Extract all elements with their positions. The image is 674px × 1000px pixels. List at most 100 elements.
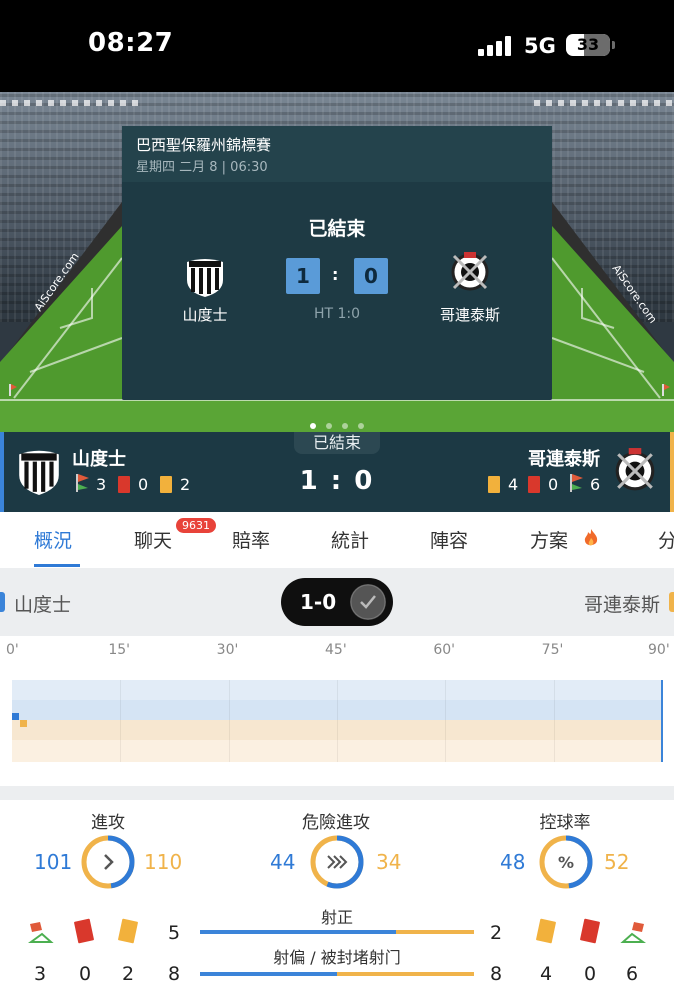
timeline-tick: 90'	[648, 642, 670, 658]
shots-on-home: 5	[168, 922, 181, 944]
timeline-gridline	[553, 680, 555, 762]
red-card-icon	[579, 918, 601, 944]
yellow-card-icon	[160, 476, 172, 493]
away-team-crest-icon[interactable]	[448, 250, 492, 294]
check-icon[interactable]	[350, 584, 386, 620]
timeline-event-away[interactable]	[20, 720, 27, 727]
timeline-gridline	[228, 680, 230, 762]
home-corners: 3	[96, 475, 107, 494]
corner-flag-icon	[76, 474, 89, 492]
home-crest-small-icon[interactable]	[16, 446, 62, 496]
shots-off-away: 8	[490, 963, 503, 985]
score-separator: :	[332, 265, 339, 284]
triple-chevron-icon	[327, 855, 348, 869]
away-color-marker	[669, 592, 674, 612]
carousel-dot[interactable]	[326, 423, 332, 429]
possession-home: 48	[500, 850, 526, 874]
timeline-tick: 45'	[325, 642, 347, 658]
shots-off-home: 8	[168, 963, 181, 985]
fire-icon	[584, 529, 598, 546]
score-bar-state: 已結束	[294, 432, 380, 454]
match-hero[interactable]: AiScore.com AiScore.com 巴西聖保羅州錦標賽 星期四 二月…	[0, 92, 674, 432]
away-color-strip	[670, 432, 674, 512]
tab-lineup[interactable]: 陣容	[430, 526, 468, 553]
home-score-box: 1	[286, 258, 320, 294]
tab-odds[interactable]: 賠率	[232, 526, 270, 553]
home-team-name[interactable]: 山度士	[155, 304, 255, 325]
dangerous-attack-ring	[310, 835, 364, 889]
timeline-tick: 15'	[108, 642, 130, 658]
yellow-card-icon	[488, 476, 500, 493]
timeline-gridline	[337, 680, 338, 762]
attack-ring	[81, 835, 135, 889]
corner-icon	[620, 922, 646, 943]
home-color-marker	[0, 592, 5, 612]
timeline-tick: 60'	[433, 642, 455, 658]
compare-away-name: 哥連泰斯	[583, 594, 660, 616]
timeline-event-home[interactable]	[12, 713, 19, 720]
shots-off-bar	[200, 972, 474, 976]
attack-home: 101	[34, 850, 73, 874]
attack-away: 110	[144, 850, 183, 874]
timeline-tick: 30'	[216, 642, 239, 658]
score-bar-away-name[interactable]: 哥連泰斯	[528, 445, 600, 471]
yellow-card-icon	[117, 918, 139, 944]
shots-on-label: 射正	[320, 908, 353, 927]
shots-on-away: 2	[490, 922, 503, 944]
competition-name: 巴西聖保羅州錦標賽	[136, 136, 272, 154]
battery-icon: 33	[566, 34, 610, 56]
match-state: 已結束	[308, 218, 366, 240]
status-bar: 08:27 5G 33	[0, 0, 674, 92]
result-score: 1-0	[300, 590, 337, 614]
match-card[interactable]: 巴西聖保羅州錦標賽 星期四 二月 8 | 06:30 已結束 山度士 哥連泰斯 …	[122, 126, 552, 400]
score-bar-home-name[interactable]: 山度士	[72, 445, 126, 471]
halftime-score: HT 1:0	[313, 306, 361, 322]
yellow-card-icon	[535, 918, 557, 944]
red-card-icon	[73, 918, 95, 944]
carousel-dot[interactable]	[358, 423, 364, 429]
home-red-cards: 0	[138, 475, 149, 494]
away-score-box: 0	[354, 258, 388, 294]
tab-overview[interactable]: 概況	[34, 526, 72, 553]
away-yellow-count: 4	[540, 963, 553, 985]
timeline-gridline	[445, 680, 447, 762]
away-team-name[interactable]: 哥連泰斯	[420, 304, 520, 325]
away-corners: 6	[590, 475, 601, 494]
active-tab-indicator	[34, 564, 80, 567]
carousel-dot[interactable]	[310, 423, 316, 429]
tab-more[interactable]: 分	[658, 526, 674, 553]
chat-count-badge: 9631	[176, 518, 216, 533]
home-color-strip	[0, 432, 4, 512]
dangerous-attack-away: 34	[376, 850, 402, 874]
shots-off-label: 射偏 / 被封堵射门	[273, 948, 401, 967]
section-divider	[0, 786, 674, 800]
away-red-cards: 0	[548, 475, 559, 494]
home-yellow-cards: 2	[180, 475, 191, 494]
timeline-tick: 75'	[541, 642, 564, 658]
corner-flag-icon	[570, 474, 583, 492]
tab-stats[interactable]: 統計	[331, 526, 369, 553]
signal-icon	[478, 36, 512, 56]
battery-cap	[612, 41, 615, 49]
dangerous-attack-label: 危險進攻	[302, 813, 370, 833]
attack-label: 進攻	[91, 813, 125, 833]
compare-home-name: 山度士	[14, 594, 72, 616]
away-crest-small-icon[interactable]	[612, 444, 658, 496]
red-card-icon	[118, 476, 130, 493]
away-yellow-cards: 4	[508, 475, 519, 494]
status-time: 08:27	[88, 28, 174, 58]
possession-label: 控球率	[539, 813, 591, 833]
corner-icon	[28, 922, 54, 943]
carousel-indicator[interactable]	[0, 414, 674, 432]
battery-level: 33	[576, 35, 600, 54]
possession-ring: %	[539, 835, 593, 889]
tab-plans[interactable]: 方案	[530, 526, 568, 553]
timeline-end-marker	[661, 680, 663, 762]
carousel-dot[interactable]	[342, 423, 348, 429]
away-red-count: 0	[584, 963, 597, 985]
match-date: 星期四 二月 8 | 06:30	[136, 160, 268, 175]
tab-chat[interactable]: 聊天	[134, 526, 172, 553]
possession-away: 52	[604, 850, 630, 874]
match-card-header: 巴西聖保羅州錦標賽 星期四 二月 8 | 06:30	[122, 126, 552, 182]
home-team-crest-icon[interactable]	[183, 254, 227, 298]
